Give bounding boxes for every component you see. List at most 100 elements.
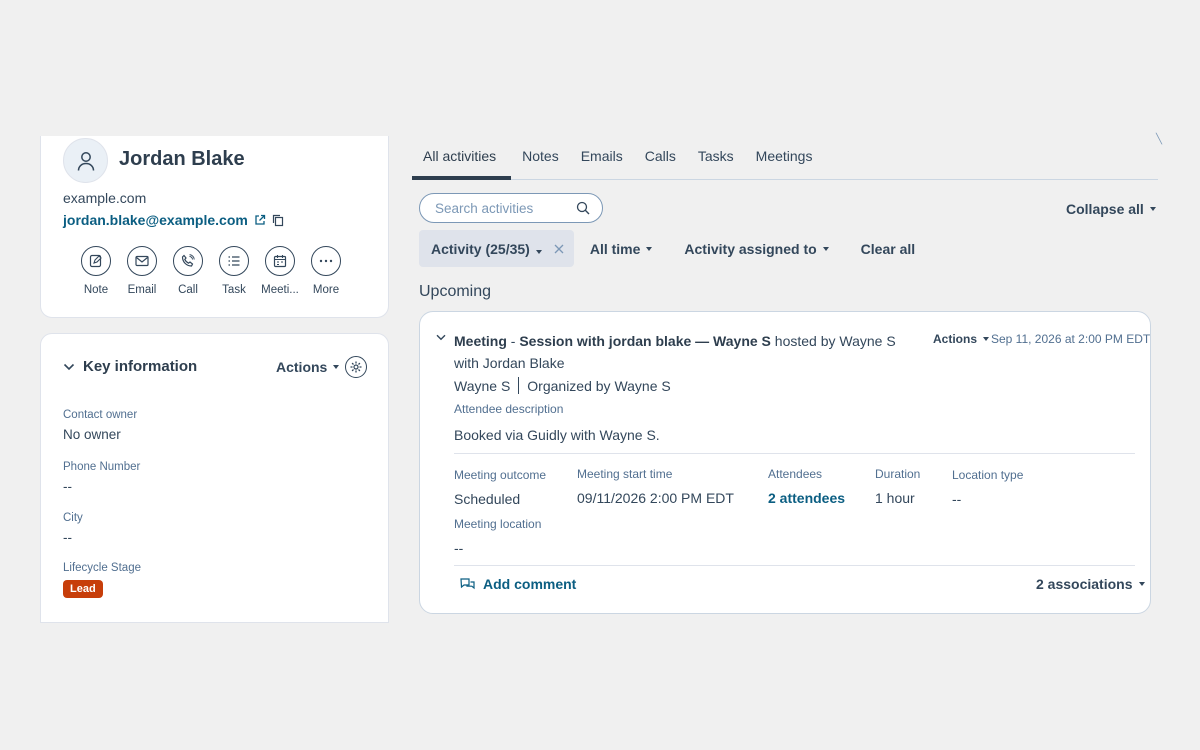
search-input[interactable]: [435, 200, 565, 216]
caret-down-icon: [535, 249, 542, 254]
duration-field[interactable]: Duration 1 hour: [875, 467, 920, 506]
attendees-field[interactable]: Attendees 2 attendees: [768, 467, 845, 506]
divider: [454, 453, 1135, 454]
property-lifecycle-stage[interactable]: Lifecycle Stage Lead: [63, 562, 141, 598]
person-icon: [77, 151, 94, 171]
field-value[interactable]: Scheduled: [454, 491, 546, 507]
tab-calls[interactable]: Calls: [634, 148, 687, 180]
activity-filter-label[interactable]: Activity (25/35): [431, 241, 542, 257]
time-filter-button[interactable]: All time: [590, 241, 653, 257]
clear-all-button[interactable]: Clear all: [861, 241, 915, 257]
meeting-type: Meeting: [454, 333, 507, 349]
copy-icon[interactable]: [272, 214, 284, 227]
meeting-actions-label: Actions: [933, 332, 978, 346]
note-action[interactable]: Note: [81, 246, 111, 296]
assigned-filter-button[interactable]: Activity assigned to: [684, 240, 829, 257]
add-comment-button[interactable]: Add comment: [460, 576, 576, 592]
associations-button[interactable]: 2 associations: [1036, 576, 1145, 592]
collapse-all-button[interactable]: Collapse all: [1066, 201, 1156, 217]
avatar[interactable]: [63, 138, 108, 183]
external-link-icon[interactable]: [254, 214, 266, 226]
quick-actions: Note Email Call Task Meeti... More: [81, 246, 341, 296]
more-action[interactable]: More: [311, 246, 341, 296]
attendee-description-label: Attendee description: [454, 402, 564, 416]
divider: [518, 377, 520, 394]
tab-emails[interactable]: Emails: [570, 148, 634, 180]
meeting-outcome-field[interactable]: Meeting outcome Scheduled: [454, 468, 546, 507]
caret-down-icon: [646, 246, 653, 251]
lifecycle-stage-badge[interactable]: Lead: [63, 580, 103, 598]
chevron-down-icon[interactable]: [436, 334, 446, 341]
caret-down-icon: [1149, 207, 1156, 211]
contact-name: Jordan Blake: [119, 148, 245, 170]
property-label: Contact owner: [63, 409, 138, 421]
call-label: Call: [178, 284, 198, 296]
property-city[interactable]: City --: [63, 512, 83, 545]
contact-email-link[interactable]: jordan.blake@example.com: [63, 212, 248, 228]
tab-all-activities[interactable]: All activities: [412, 148, 512, 180]
attendees-link[interactable]: 2 attendees: [768, 490, 845, 506]
meeting-organizer: Organized by Wayne S: [527, 377, 671, 394]
tab-meetings[interactable]: Meetings: [745, 148, 824, 180]
meeting-location-field[interactable]: Meeting location --: [454, 517, 541, 556]
property-phone-number[interactable]: Phone Number --: [63, 461, 140, 494]
property-contact-owner[interactable]: Contact owner No owner: [63, 409, 137, 442]
caret-down-icon: [822, 246, 829, 251]
meeting-host-line: Wayne S Organized by Wayne S: [454, 377, 671, 394]
activity-filter-chip[interactable]: Activity (25/35): [419, 230, 574, 267]
caret-down-icon: [333, 365, 340, 369]
key-information-actions-button[interactable]: Actions: [276, 359, 340, 375]
tab-notes[interactable]: Notes: [511, 148, 570, 180]
gear-icon[interactable]: [345, 356, 367, 378]
contact-card: Jordan Blake example.com jordan.blake@ex…: [40, 136, 389, 318]
search-icon[interactable]: [576, 201, 590, 215]
contact-email: jordan.blake@example.com: [63, 212, 284, 228]
email-label: Email: [127, 284, 157, 296]
property-value[interactable]: --: [63, 479, 140, 494]
collapse-all-label: Collapse all: [1066, 201, 1144, 217]
field-value[interactable]: 09/11/2026 2:00 PM EDT: [577, 490, 734, 506]
property-value[interactable]: --: [63, 530, 83, 545]
actions-label: Actions: [276, 359, 328, 375]
meeting-title[interactable]: Meeting - Session with jordan blake — Wa…: [454, 330, 914, 374]
corner-mark: ╲: [1156, 134, 1163, 145]
meeting-host: Wayne S: [454, 377, 511, 394]
note-icon[interactable]: [81, 246, 111, 276]
field-value[interactable]: 1 hour: [875, 490, 920, 506]
meeting-icon[interactable]: [265, 246, 295, 276]
task-action[interactable]: Task: [219, 246, 249, 296]
task-label: Task: [222, 284, 246, 296]
search-activities-box[interactable]: [419, 193, 603, 223]
call-action[interactable]: Call: [173, 246, 203, 296]
more-icon[interactable]: [311, 246, 341, 276]
tab-tasks[interactable]: Tasks: [687, 148, 745, 180]
field-label: Duration: [875, 467, 921, 481]
time-filter-label: All time: [589, 240, 641, 257]
meeting-action[interactable]: Meeti...: [261, 246, 299, 296]
call-icon[interactable]: [173, 246, 203, 276]
chevron-down-icon: [63, 363, 75, 370]
key-information-toggle[interactable]: Key information: [63, 358, 197, 375]
meeting-start-time-field[interactable]: Meeting start time 09/11/2026 2:00 PM ED…: [577, 467, 734, 506]
email-icon[interactable]: [127, 246, 157, 276]
contact-domain[interactable]: example.com: [63, 190, 146, 206]
activity-tabs: All activities Notes Emails Calls Tasks …: [412, 148, 1158, 180]
associations-label: 2 associations: [1036, 576, 1133, 592]
location-type-field[interactable]: Location type --: [952, 468, 1023, 507]
section-upcoming: Upcoming: [419, 283, 492, 300]
field-label: Meeting outcome: [454, 468, 547, 482]
close-icon[interactable]: [554, 244, 564, 254]
task-icon[interactable]: [219, 246, 249, 276]
key-information-card: Key information Actions Contact owner No…: [40, 333, 389, 623]
field-value[interactable]: --: [952, 491, 1023, 507]
meeting-hosted-by: hosted by Wayne S: [770, 333, 896, 349]
email-action[interactable]: Email: [127, 246, 157, 296]
meeting-actions-button[interactable]: Actions: [933, 332, 990, 346]
property-label: City: [63, 512, 83, 524]
activity-filters: Activity (25/35) All time Activity assig…: [419, 230, 915, 267]
property-value[interactable]: No owner: [63, 427, 137, 442]
field-value[interactable]: --: [454, 540, 541, 556]
meeting-subject: Session with jordan blake — Wayne S: [519, 333, 771, 349]
add-comment-label: Add comment: [483, 576, 577, 592]
assigned-filter-label: Activity assigned to: [684, 240, 817, 257]
